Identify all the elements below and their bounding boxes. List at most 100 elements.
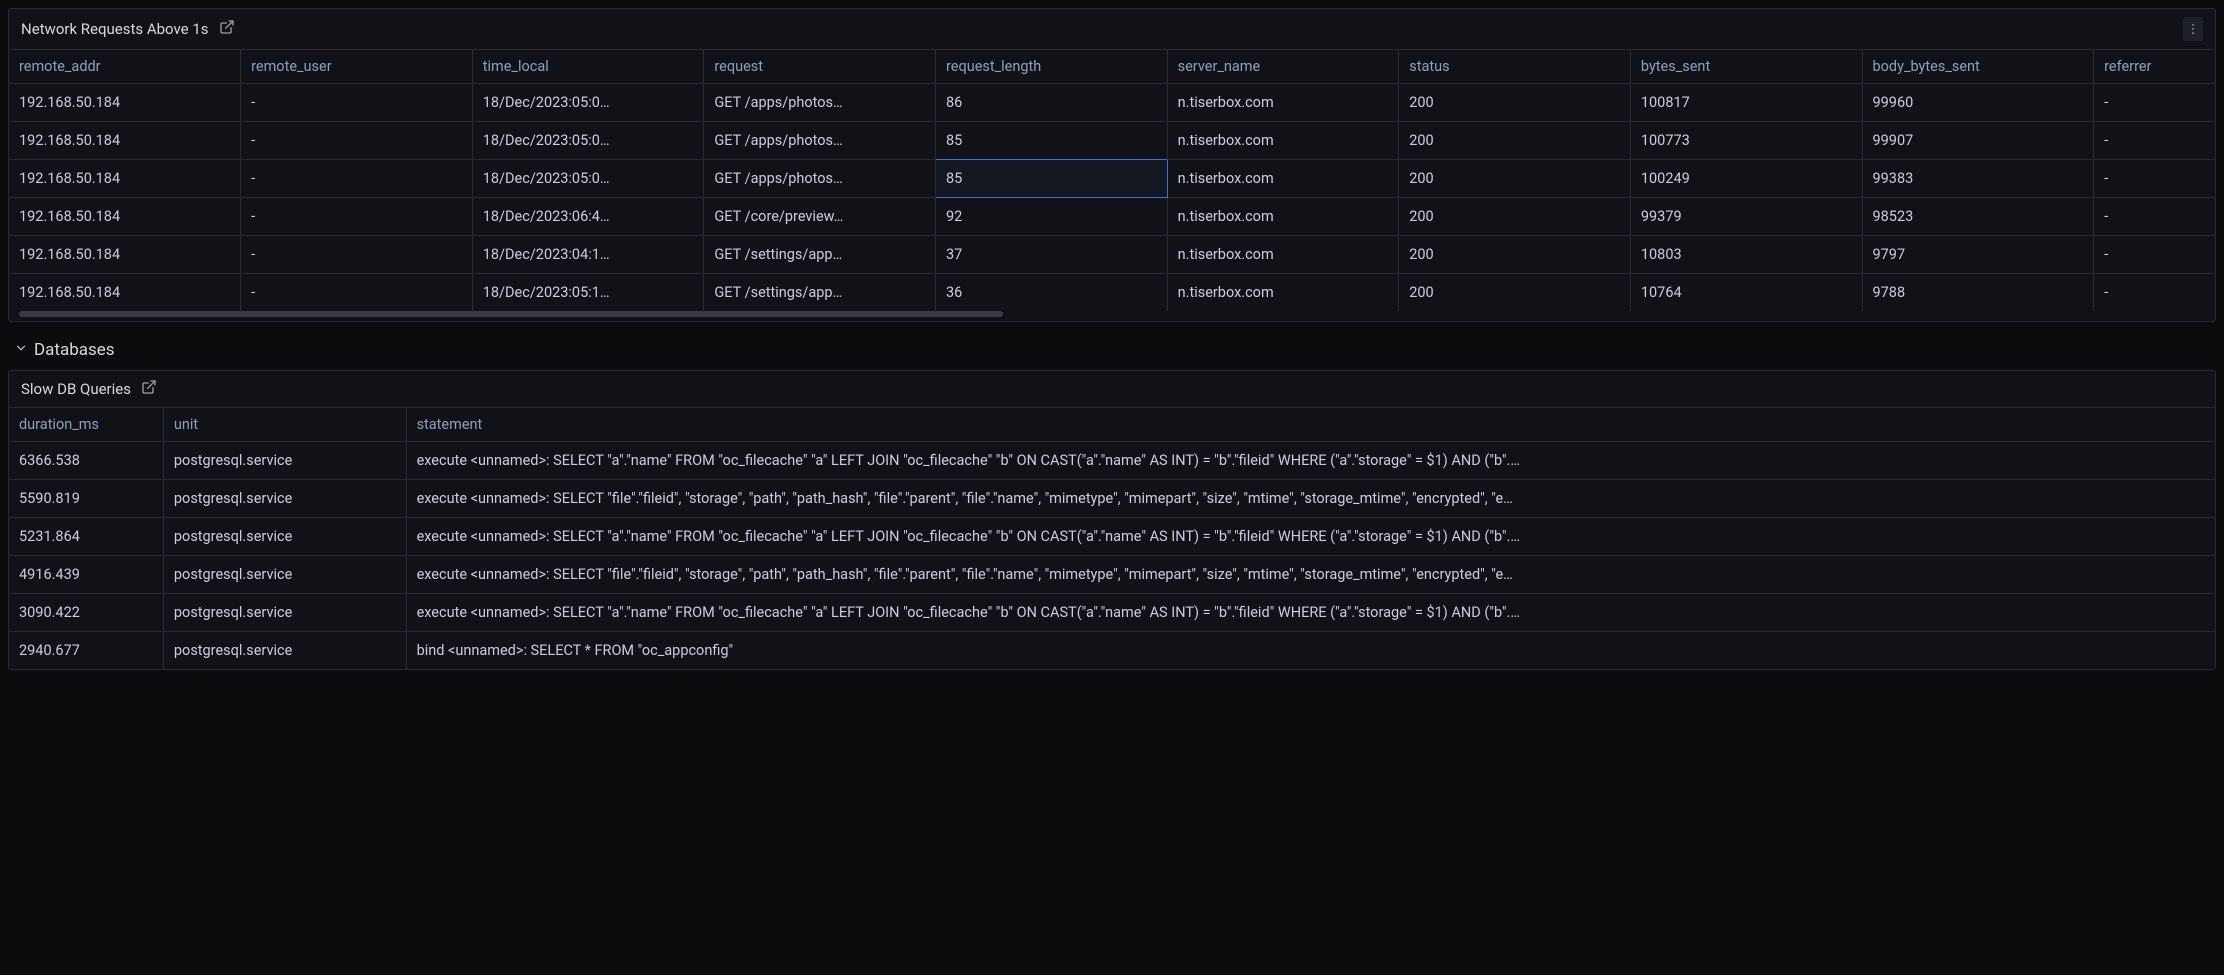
cell-server_name[interactable]: n.tiserbox.com [1167,236,1399,274]
cell-time_local[interactable]: 18/Dec/2023:05:0… [472,122,704,160]
cell-request_length[interactable]: 36 [936,274,1168,312]
cell-request_length[interactable]: 92 [936,198,1168,236]
cell-status[interactable]: 200 [1399,236,1631,274]
cell-remote_user[interactable]: - [241,160,473,198]
cell-remote_user[interactable]: - [241,198,473,236]
table-row[interactable]: 192.168.50.184-18/Dec/2023:05:1…GET /set… [9,274,2215,312]
cell-duration_ms[interactable]: 4916.439 [9,556,163,594]
cell-server_name[interactable]: n.tiserbox.com [1167,160,1399,198]
cell-unit[interactable]: postgresql.service [163,632,406,670]
cell-time_local[interactable]: 18/Dec/2023:06:4… [472,198,704,236]
cell-statement[interactable]: execute <unnamed>: SELECT "file"."fileid… [406,480,2215,518]
cell-request[interactable]: GET /settings/app… [704,236,936,274]
cell-body_bytes_sent[interactable]: 99907 [1862,122,2094,160]
cell-status[interactable]: 200 [1399,274,1631,312]
cell-server_name[interactable]: n.tiserbox.com [1167,198,1399,236]
cell-unit[interactable]: postgresql.service [163,594,406,632]
cell-request[interactable]: GET /apps/photos… [704,160,936,198]
col-body-bytes-sent[interactable]: body_bytes_sent [1862,50,2094,84]
cell-referrer[interactable]: - [2094,198,2215,236]
external-link-icon[interactable] [219,19,235,39]
cell-server_name[interactable]: n.tiserbox.com [1167,122,1399,160]
col-status[interactable]: status [1399,50,1631,84]
panel-menu-button[interactable] [2183,17,2203,41]
table-row[interactable]: 192.168.50.184-18/Dec/2023:05:0…GET /app… [9,122,2215,160]
cell-server_name[interactable]: n.tiserbox.com [1167,274,1399,312]
cell-request_length[interactable]: 85 [936,160,1168,198]
cell-request[interactable]: GET /apps/photos… [704,122,936,160]
horizontal-scrollbar[interactable] [19,311,2205,317]
table-row[interactable]: 5590.819postgresql.serviceexecute <unnam… [9,480,2215,518]
cell-body_bytes_sent[interactable]: 98523 [1862,198,2094,236]
cell-body_bytes_sent[interactable]: 9797 [1862,236,2094,274]
col-duration-ms[interactable]: duration_ms [9,408,163,442]
cell-remote_user[interactable]: - [241,274,473,312]
col-request[interactable]: request [704,50,936,84]
col-server-name[interactable]: server_name [1167,50,1399,84]
cell-time_local[interactable]: 18/Dec/2023:04:1… [472,236,704,274]
cell-remote_addr[interactable]: 192.168.50.184 [9,122,241,160]
cell-request[interactable]: GET /core/preview… [704,198,936,236]
cell-remote_addr[interactable]: 192.168.50.184 [9,160,241,198]
cell-statement[interactable]: execute <unnamed>: SELECT "file"."fileid… [406,556,2215,594]
table-row[interactable]: 192.168.50.184-18/Dec/2023:05:0…GET /app… [9,160,2215,198]
cell-duration_ms[interactable]: 5231.864 [9,518,163,556]
cell-unit[interactable]: postgresql.service [163,442,406,480]
cell-unit[interactable]: postgresql.service [163,480,406,518]
cell-remote_user[interactable]: - [241,122,473,160]
col-referrer[interactable]: referrer [2094,50,2215,84]
cell-body_bytes_sent[interactable]: 99960 [1862,84,2094,122]
table-row[interactable]: 192.168.50.184-18/Dec/2023:04:1…GET /set… [9,236,2215,274]
cell-bytes_sent[interactable]: 100817 [1630,84,1862,122]
cell-referrer[interactable]: - [2094,274,2215,312]
databases-section-toggle[interactable]: Databases [8,330,2216,370]
cell-request[interactable]: GET /settings/app… [704,274,936,312]
col-statement[interactable]: statement [406,408,2215,442]
col-unit[interactable]: unit [163,408,406,442]
table-row[interactable]: 192.168.50.184-18/Dec/2023:06:4…GET /cor… [9,198,2215,236]
cell-unit[interactable]: postgresql.service [163,556,406,594]
cell-time_local[interactable]: 18/Dec/2023:05:0… [472,84,704,122]
cell-unit[interactable]: postgresql.service [163,518,406,556]
cell-remote_user[interactable]: - [241,236,473,274]
cell-referrer[interactable]: - [2094,160,2215,198]
cell-remote_addr[interactable]: 192.168.50.184 [9,84,241,122]
cell-statement[interactable]: execute <unnamed>: SELECT "a"."name" FRO… [406,442,2215,480]
cell-bytes_sent[interactable]: 100249 [1630,160,1862,198]
cell-referrer[interactable]: - [2094,236,2215,274]
col-request-length[interactable]: request_length [936,50,1168,84]
cell-body_bytes_sent[interactable]: 9788 [1862,274,2094,312]
cell-time_local[interactable]: 18/Dec/2023:05:1… [472,274,704,312]
cell-request_length[interactable]: 37 [936,236,1168,274]
col-time-local[interactable]: time_local [472,50,704,84]
table-row[interactable]: 5231.864postgresql.serviceexecute <unnam… [9,518,2215,556]
table-row[interactable]: 192.168.50.184-18/Dec/2023:05:0…GET /app… [9,84,2215,122]
cell-bytes_sent[interactable]: 10803 [1630,236,1862,274]
cell-status[interactable]: 200 [1399,122,1631,160]
cell-body_bytes_sent[interactable]: 99383 [1862,160,2094,198]
cell-statement[interactable]: bind <unnamed>: SELECT * FROM "oc_appcon… [406,632,2215,670]
col-remote-addr[interactable]: remote_addr [9,50,241,84]
cell-status[interactable]: 200 [1399,160,1631,198]
cell-status[interactable]: 200 [1399,198,1631,236]
cell-request_length[interactable]: 85 [936,122,1168,160]
cell-duration_ms[interactable]: 5590.819 [9,480,163,518]
cell-bytes_sent[interactable]: 99379 [1630,198,1862,236]
cell-referrer[interactable]: - [2094,122,2215,160]
cell-time_local[interactable]: 18/Dec/2023:05:0… [472,160,704,198]
table-row[interactable]: 3090.422postgresql.serviceexecute <unnam… [9,594,2215,632]
external-link-icon[interactable] [141,379,157,399]
cell-status[interactable]: 200 [1399,84,1631,122]
scrollbar-thumb[interactable] [19,311,1003,317]
col-bytes-sent[interactable]: bytes_sent [1630,50,1862,84]
cell-statement[interactable]: execute <unnamed>: SELECT "a"."name" FRO… [406,518,2215,556]
table-row[interactable]: 4916.439postgresql.serviceexecute <unnam… [9,556,2215,594]
cell-bytes_sent[interactable]: 10764 [1630,274,1862,312]
cell-remote_addr[interactable]: 192.168.50.184 [9,274,241,312]
cell-remote_user[interactable]: - [241,84,473,122]
cell-remote_addr[interactable]: 192.168.50.184 [9,198,241,236]
table-row[interactable]: 6366.538postgresql.serviceexecute <unnam… [9,442,2215,480]
cell-remote_addr[interactable]: 192.168.50.184 [9,236,241,274]
col-remote-user[interactable]: remote_user [241,50,473,84]
cell-request_length[interactable]: 86 [936,84,1168,122]
